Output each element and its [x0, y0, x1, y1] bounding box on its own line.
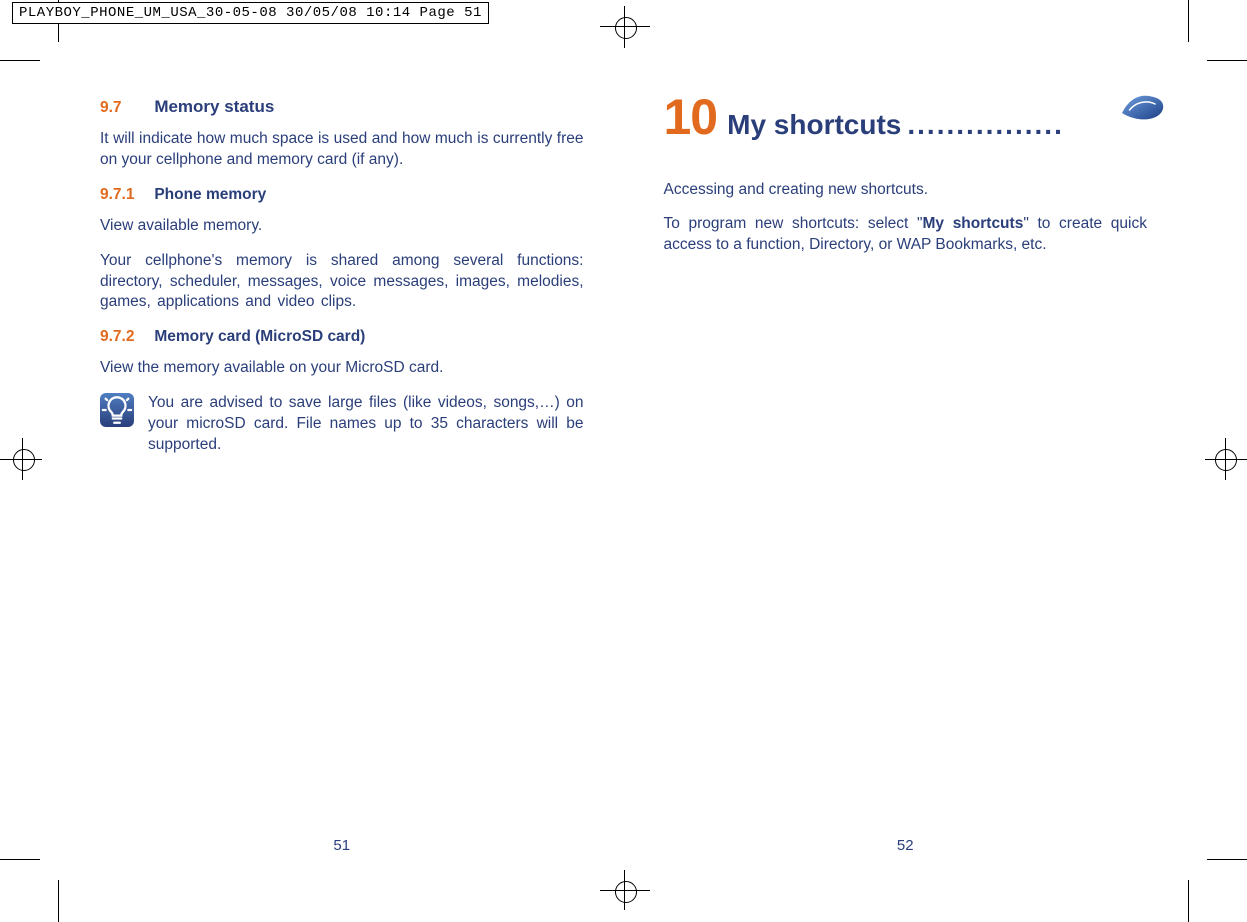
- body-text: View available memory.: [100, 216, 584, 237]
- chapter-number: 10: [664, 84, 718, 152]
- register-circle-icon: [615, 17, 637, 39]
- page-spread: 9.7 Memory status It will indicate how m…: [60, 60, 1187, 862]
- subsection-9-7-1-heading: 9.7.1 Phone memory: [100, 185, 584, 206]
- page-left: 9.7 Memory status It will indicate how m…: [60, 60, 624, 862]
- crop-mark: [1188, 0, 1189, 42]
- section-intro: It will indicate how much space is used …: [100, 129, 584, 171]
- body-text: Your cellphone's memory is shared among …: [100, 251, 584, 314]
- lightbulb-icon: [100, 393, 134, 427]
- shortcut-wave-icon: [1119, 90, 1167, 124]
- body-text: To program new shortcuts: select "My sho…: [664, 214, 1148, 256]
- subsection-title: Phone memory: [154, 186, 266, 203]
- preflight-header: PLAYBOY_PHONE_UM_USA_30-05-08 30/05/08 1…: [12, 2, 489, 24]
- page-number: 52: [897, 837, 914, 854]
- body-text: Accessing and creating new shortcuts.: [664, 180, 1148, 201]
- crop-mark: [1188, 880, 1189, 922]
- chapter-leader-dots: ................: [907, 106, 1063, 144]
- tip-text: You are advised to save large files (lik…: [148, 393, 584, 456]
- crop-mark: [0, 859, 40, 860]
- register-circle-icon: [13, 449, 35, 471]
- chapter-title: My shortcuts: [727, 106, 901, 144]
- right-content: 10 My shortcuts ................ Accessi…: [664, 84, 1148, 256]
- subsection-9-7-2-heading: 9.7.2 Memory card (MicroSD card): [100, 327, 584, 348]
- subsection-title: Memory card (MicroSD card): [154, 328, 365, 345]
- register-circle-icon: [615, 881, 637, 903]
- crop-mark: [1207, 859, 1247, 860]
- bold-term: My shortcuts: [923, 215, 1024, 232]
- chapter-heading: 10 My shortcuts ................: [664, 84, 1148, 152]
- section-number: 9.7: [100, 98, 150, 119]
- crop-mark: [58, 880, 59, 922]
- subsection-number: 9.7.1: [100, 185, 150, 206]
- page-right: 10 My shortcuts ................ Accessi…: [624, 60, 1188, 862]
- crop-mark: [1207, 60, 1247, 61]
- section-9-7-heading: 9.7 Memory status: [100, 96, 584, 119]
- subsection-number: 9.7.2: [100, 327, 150, 348]
- page-number: 51: [333, 837, 350, 854]
- crop-mark: [0, 60, 40, 61]
- body-text-fragment: To program new shortcuts: select ": [664, 215, 923, 232]
- tip-block: You are advised to save large files (lik…: [100, 393, 584, 456]
- body-text: View the memory available on your MicroS…: [100, 358, 584, 379]
- section-title: Memory status: [154, 97, 274, 116]
- left-content: 9.7 Memory status It will indicate how m…: [100, 96, 584, 456]
- register-circle-icon: [1215, 449, 1237, 471]
